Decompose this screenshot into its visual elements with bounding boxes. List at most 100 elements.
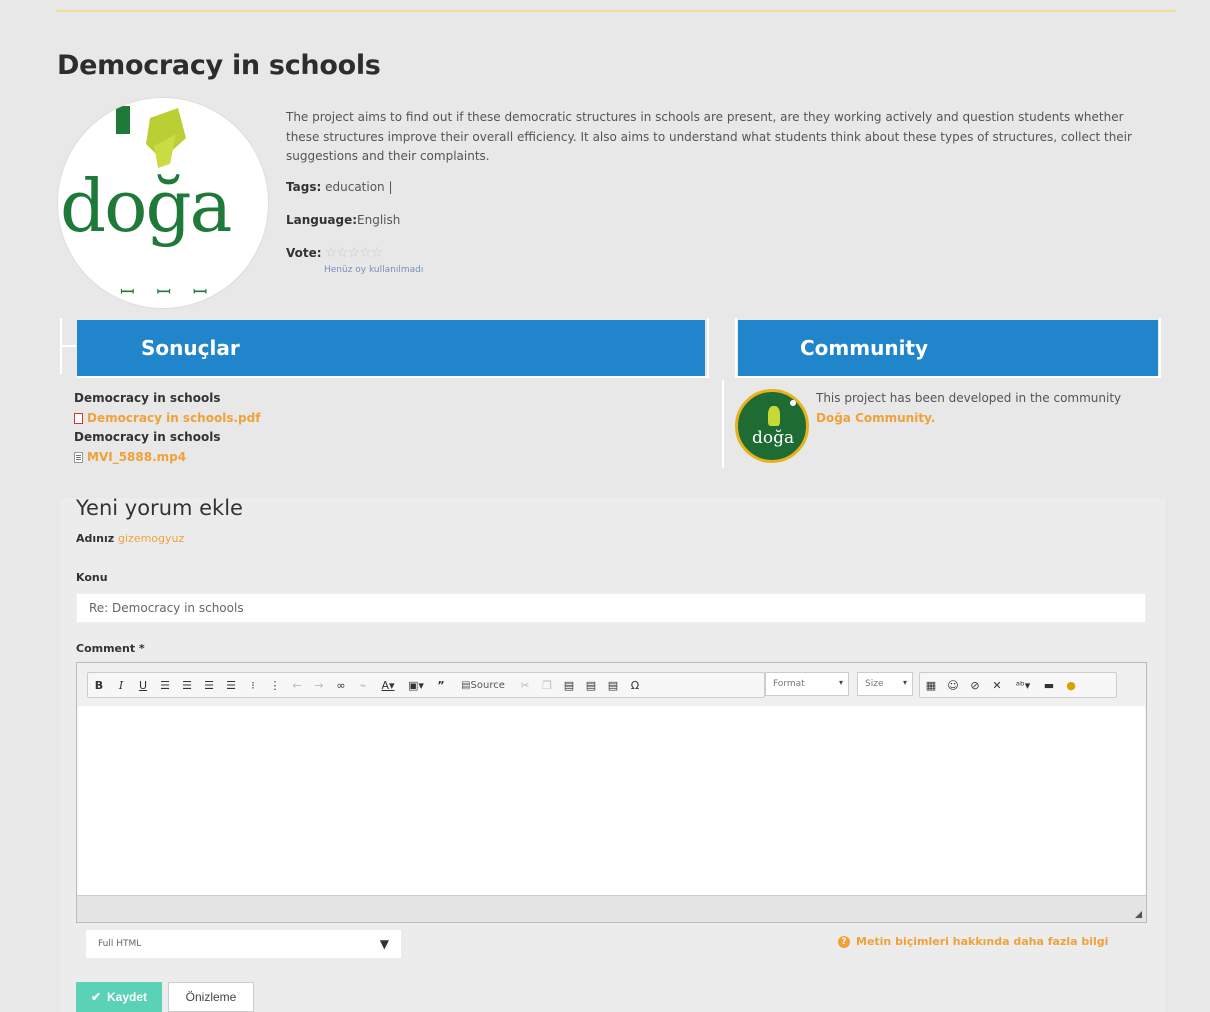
results-frame-bottom [77, 376, 707, 378]
link-icon[interactable]: ∞ [330, 674, 352, 696]
community-frame-bottom [736, 376, 1160, 378]
result-file-name[interactable]: MVI_5888.mp4 [87, 448, 186, 468]
top-divider [56, 10, 1176, 12]
paste-text-icon[interactable]: ▤ [580, 674, 602, 696]
toolbar-button-group-2: ▦ ☺ ⊘ ✕ ᵃᵇ▾ ▬ ● [919, 672, 1117, 698]
underline-icon[interactable]: U [132, 674, 154, 696]
result-file-link[interactable]: MVI_5888.mp4 [74, 448, 260, 468]
page: Democracy in schools doğa ꟷ ꟷ ꟷ The proj… [0, 0, 1210, 1012]
tags-value[interactable]: education | [325, 180, 392, 194]
numbered-list-icon[interactable]: ⋮ [264, 674, 286, 696]
results-frame-right [707, 318, 709, 378]
resize-handle-icon[interactable] [1135, 911, 1142, 918]
save-button[interactable]: ✔ Kaydet [76, 982, 162, 1012]
pdf-file-icon [74, 412, 83, 424]
name-value[interactable]: gizemogyuz [118, 532, 184, 545]
size-dropdown-label: Size [865, 679, 884, 689]
logo-subtext: ꟷ ꟷ ꟷ [120, 282, 216, 303]
logo-wordmark: doğa [60, 164, 232, 248]
vote-note: Henüz oy kullanılmadı [324, 265, 424, 275]
blockquote-icon[interactable]: ” [430, 674, 452, 696]
text-format-select[interactable]: Full HTML ▼ [86, 930, 401, 958]
chevron-down-icon: ▾ [902, 678, 907, 687]
leaf-icon [768, 406, 780, 426]
language-label: Language: [286, 213, 358, 227]
section-divider [722, 380, 724, 468]
results-frame-left [60, 345, 76, 347]
result-file-link[interactable]: Democracy in schools.pdf [74, 409, 260, 429]
maximize-icon[interactable]: ✕ [986, 674, 1008, 696]
name-label: Adınız [76, 532, 115, 545]
italic-icon[interactable]: I [110, 674, 132, 696]
size-dropdown[interactable]: Size ▾ [857, 672, 913, 696]
table-icon[interactable]: ▦ [920, 674, 942, 696]
text-format-value: Full HTML [98, 939, 142, 949]
copy-icon[interactable]: ❐ [536, 674, 558, 696]
form-title: Yeni yorum ekle [76, 496, 243, 520]
justify-icon[interactable]: ☰ [220, 674, 242, 696]
language-row: Language:English [286, 213, 400, 227]
spellcheck-icon[interactable]: ᵃᵇ▾ [1008, 674, 1038, 696]
results-frame-edge [60, 318, 62, 374]
source-button[interactable]: ▤ Source [452, 674, 514, 696]
page-title: Democracy in schools [57, 50, 381, 81]
subject-input[interactable]: Re: Democracy in schools [76, 593, 1146, 623]
unlink-icon[interactable]: ⌁ [352, 674, 374, 696]
community-description: This project has been developed in the c… [816, 391, 1122, 425]
emoji-icon[interactable]: ● [1060, 674, 1082, 696]
more-info-text[interactable]: Metin biçimleri hakkında daha fazla bilg… [856, 935, 1108, 948]
tags-label: Tags: [286, 180, 322, 194]
paste-icon[interactable]: ▤ [558, 674, 580, 696]
preview-button[interactable]: Önizleme [168, 982, 254, 1012]
community-title: Community [800, 336, 929, 360]
community-link[interactable]: Doğa Community [816, 411, 931, 425]
text-color-icon[interactable]: A▾ [374, 674, 402, 696]
vote-row: Vote: ☆☆☆☆☆ [286, 245, 384, 261]
result-file-name[interactable]: Democracy in schools.pdf [87, 409, 260, 429]
editor-statusbar [77, 895, 1146, 922]
source-label: Source [470, 679, 505, 691]
show-blocks-icon[interactable]: ▬ [1038, 674, 1060, 696]
language-value: English [357, 213, 401, 227]
name-row: Adınız gizemogyuz [76, 532, 184, 545]
toolbar-button-group: B I U ☰ ☰ ☰ ☰ ⁝ ⋮ ← → ∞ ⌁ A▾ ▣▾ ” ▤ Sour… [87, 672, 765, 698]
align-center-icon[interactable]: ☰ [176, 674, 198, 696]
save-label: Kaydet [107, 990, 148, 1004]
community-header: Community [738, 320, 1158, 376]
result-title: Democracy in schools [74, 430, 221, 444]
community-logo[interactable]: doğa [735, 389, 809, 463]
format-dropdown[interactable]: Format ▾ [765, 672, 849, 696]
cut-icon[interactable]: ✂ [514, 674, 536, 696]
anchor-icon[interactable]: ⊘ [964, 674, 986, 696]
more-info-link[interactable]: ? Metin biçimleri hakkında daha fazla bi… [838, 935, 1108, 948]
community-frame-left [735, 318, 737, 378]
check-icon: ✔ [90, 990, 102, 1004]
undo-icon[interactable]: ← [286, 674, 308, 696]
chevron-down-icon: ▾ [838, 678, 843, 687]
redo-icon[interactable]: → [308, 674, 330, 696]
community-text: This project has been developed in the c… [816, 391, 1122, 405]
community-logo-word: doğa [752, 428, 795, 448]
tags-row: Tags: education | [286, 180, 393, 194]
editor-toolbar: B I U ☰ ☰ ☰ ☰ ⁝ ⋮ ← → ∞ ⌁ A▾ ▣▾ ” ▤ Sour… [77, 663, 1146, 707]
video-file-icon [74, 451, 83, 463]
rich-text-editor: B I U ☰ ☰ ☰ ☰ ⁝ ⋮ ← → ∞ ⌁ A▾ ▣▾ ” ▤ Sour… [76, 662, 1147, 923]
results-list: Democracy in schools Democracy in school… [74, 389, 260, 467]
project-description: The project aims to find out if these de… [286, 110, 1132, 163]
results-title: Sonuçlar [141, 336, 240, 360]
paste-word-icon[interactable]: ▤ [602, 674, 624, 696]
community-frame-right [1159, 318, 1161, 378]
bulleted-list-icon[interactable]: ⁝ [242, 674, 264, 696]
align-right-icon[interactable]: ☰ [198, 674, 220, 696]
align-left-icon[interactable]: ☰ [154, 674, 176, 696]
result-title: Democracy in schools [74, 391, 221, 405]
special-char-icon[interactable]: Ω [624, 674, 646, 696]
star-rating-icon[interactable]: ☆☆☆☆☆ [325, 245, 384, 261]
dropdown-arrow-icon: ▼ [379, 937, 389, 951]
results-header: Sonuçlar [77, 320, 705, 376]
comment-textarea[interactable] [78, 706, 1145, 896]
comment-label: Comment * [76, 642, 145, 655]
bold-icon[interactable]: B [88, 674, 110, 696]
background-color-icon[interactable]: ▣▾ [402, 674, 430, 696]
smiley-icon[interactable]: ☺ [942, 674, 964, 696]
